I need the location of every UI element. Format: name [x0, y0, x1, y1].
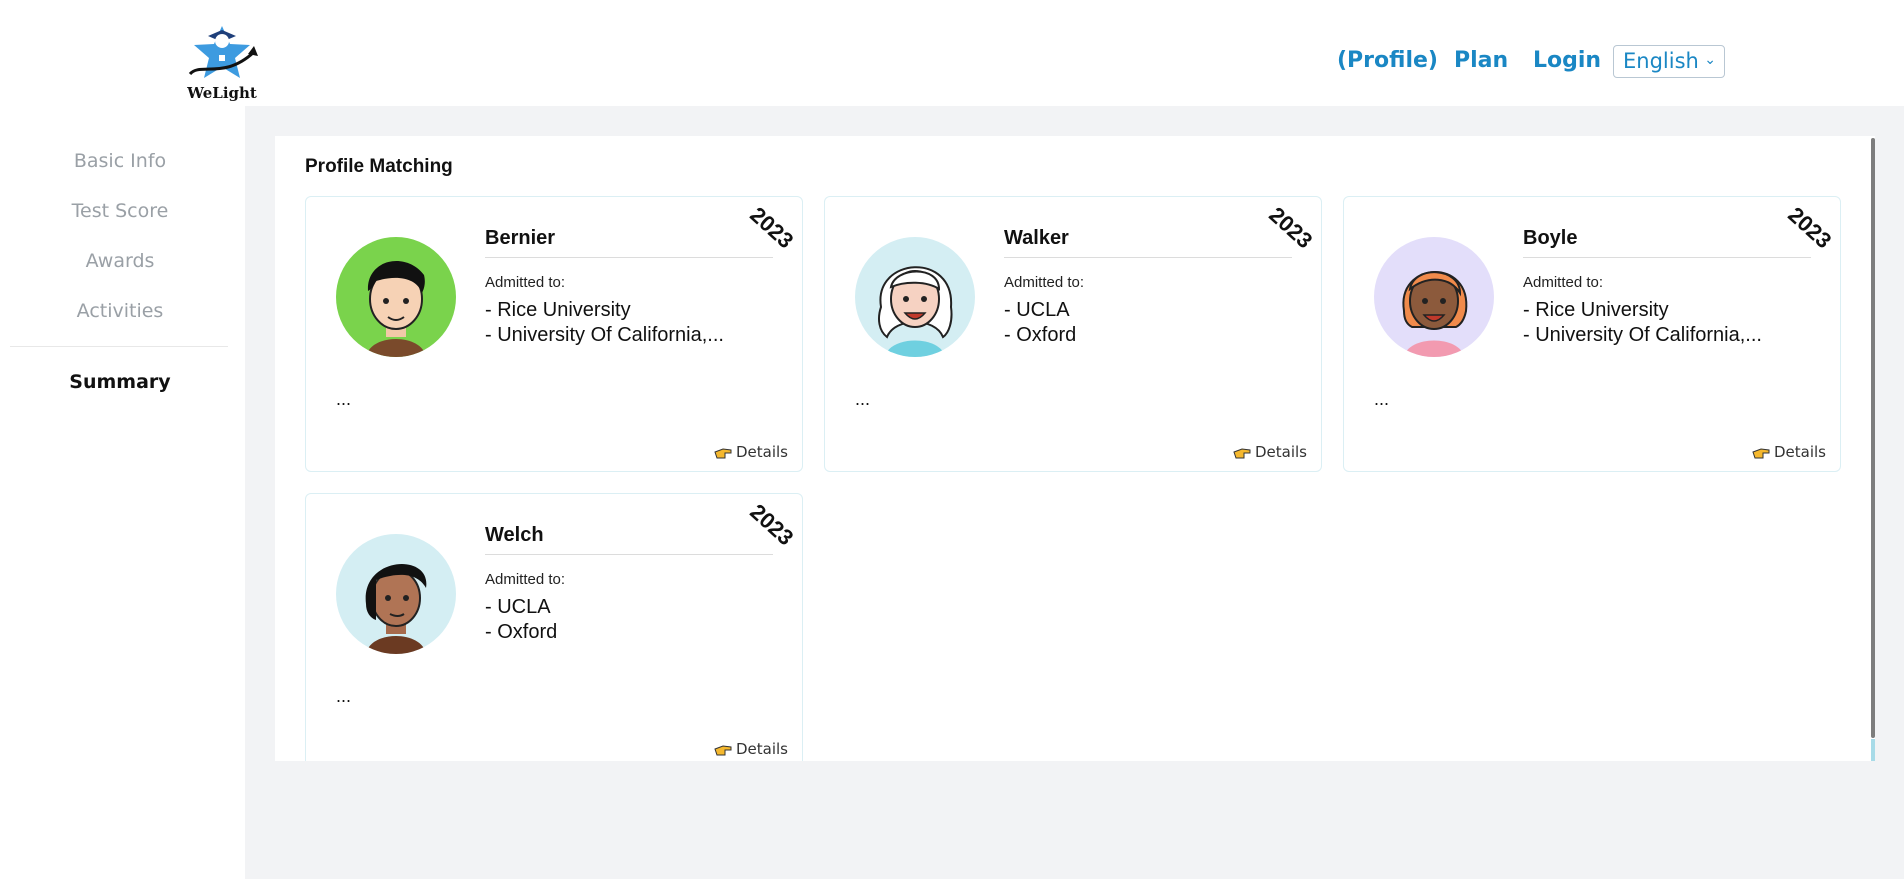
- school-item: - UCLA: [1004, 299, 1070, 321]
- name-divider: [1523, 257, 1811, 258]
- school-list: - Rice University - University Of Califo…: [485, 298, 724, 348]
- sidebar-item-summary[interactable]: Summary: [0, 371, 240, 393]
- details-label: Details: [735, 740, 788, 758]
- profile-name: Welch: [485, 524, 544, 546]
- name-divider: [1004, 257, 1292, 258]
- language-value: English: [1623, 49, 1699, 73]
- school-item: - University Of California,...: [1523, 324, 1762, 346]
- more-ellipsis: ...: [336, 686, 352, 706]
- more-ellipsis: ...: [336, 389, 352, 409]
- admitted-label: Admitted to:: [485, 274, 566, 291]
- name-divider: [485, 257, 773, 258]
- school-item: - Oxford: [1004, 324, 1077, 346]
- details-label: Details: [735, 443, 788, 461]
- school-list: - UCLA - Oxford: [1004, 298, 1076, 348]
- sidebar-item-awards[interactable]: Awards: [0, 250, 240, 272]
- school-item: - UCLA: [485, 596, 551, 618]
- year-badge: 2023: [745, 498, 799, 551]
- school-item: - Rice University: [1523, 299, 1669, 321]
- profile-name: Bernier: [485, 227, 556, 249]
- chevron-down-icon: ⌄: [1704, 52, 1716, 68]
- name-divider: [485, 554, 773, 555]
- profile-card-walker[interactable]: 2023 Walker Admitted to: - UCLA - Oxford…: [824, 196, 1322, 472]
- logo-text: WeLight: [187, 84, 257, 102]
- details-link[interactable]: Details: [714, 443, 788, 461]
- language-select[interactable]: English ⌄: [1613, 45, 1725, 78]
- school-list: - Rice University - University Of Califo…: [1523, 298, 1762, 348]
- avatar: [855, 237, 975, 357]
- sidebar: Basic Info Test Score Awards Activities …: [0, 106, 245, 879]
- avatar: [336, 237, 456, 357]
- nav-plan[interactable]: Plan: [1454, 48, 1508, 73]
- avatar: [336, 534, 456, 654]
- nav-profile[interactable]: (Profile): [1337, 48, 1438, 73]
- nav-login[interactable]: Login: [1533, 48, 1601, 73]
- year-badge: 2023: [745, 201, 799, 254]
- pointing-hand-icon: [1752, 448, 1770, 459]
- details-label: Details: [1773, 443, 1826, 461]
- school-item: - Oxford: [485, 621, 558, 643]
- sidebar-item-activities[interactable]: Activities: [0, 300, 240, 322]
- profile-card-welch[interactable]: 2023 Welch Admitted to: - UCLA - Oxford …: [305, 493, 803, 761]
- more-ellipsis: ...: [1374, 389, 1390, 409]
- admitted-label: Admitted to:: [1523, 274, 1604, 291]
- profile-card-boyle[interactable]: 2023 Boyle Admitted to: - Rice Universit…: [1343, 196, 1841, 472]
- welight-logo[interactable]: WeLight: [184, 22, 260, 104]
- details-link[interactable]: Details: [1752, 443, 1826, 461]
- avatar: [1374, 237, 1494, 357]
- year-badge: 2023: [1264, 201, 1318, 254]
- profile-card-bernier[interactable]: 2023 Bernier Admitted to: - Rice Univers…: [305, 196, 803, 472]
- pointing-hand-icon: [1233, 448, 1251, 459]
- panel-title: Profile Matching: [305, 156, 453, 177]
- star-logo-icon: [188, 26, 258, 78]
- pointing-hand-icon: [714, 745, 732, 756]
- profile-name: Boyle: [1523, 227, 1578, 249]
- year-badge: 2023: [1783, 201, 1837, 254]
- sidebar-divider: [10, 346, 228, 347]
- panel-scrollbar[interactable]: [1871, 136, 1875, 761]
- details-link[interactable]: Details: [1233, 443, 1307, 461]
- top-header: WeLight (Profile) Plan Login English ⌄: [0, 0, 1904, 106]
- profile-matching-panel: Profile Matching 2023 Bernier Admitted t…: [275, 136, 1875, 761]
- pointing-hand-icon: [714, 448, 732, 459]
- school-item: - University Of California,...: [485, 324, 724, 346]
- details-link[interactable]: Details: [714, 740, 788, 758]
- scrollbar-thumb[interactable]: [1871, 138, 1875, 738]
- sidebar-item-basic-info[interactable]: Basic Info: [0, 150, 240, 172]
- sidebar-item-test-score[interactable]: Test Score: [0, 200, 240, 222]
- more-ellipsis: ...: [855, 389, 871, 409]
- admitted-label: Admitted to:: [1004, 274, 1085, 291]
- admitted-label: Admitted to:: [485, 571, 566, 588]
- scrollbar-end: [1871, 739, 1875, 761]
- school-list: - UCLA - Oxford: [485, 595, 557, 645]
- school-item: - Rice University: [485, 299, 631, 321]
- details-label: Details: [1254, 443, 1307, 461]
- profile-name: Walker: [1004, 227, 1069, 249]
